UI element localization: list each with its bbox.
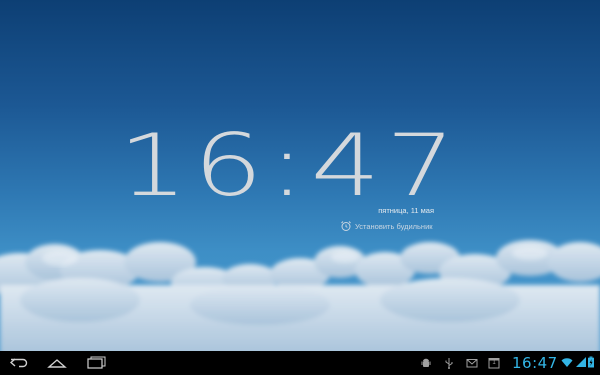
- gmail-icon[interactable]: [466, 357, 478, 369]
- back-button[interactable]: [8, 355, 30, 371]
- clock-date: пятница, 11 мая: [378, 206, 434, 215]
- usb-icon[interactable]: [443, 357, 455, 369]
- calendar-icon[interactable]: 1: [488, 357, 500, 369]
- status-clock[interactable]: 16:47: [512, 353, 558, 373]
- battery-icon[interactable]: [587, 356, 595, 368]
- lock-screen: 16:47 пятница, 11 мая Установить будильн…: [0, 0, 600, 375]
- back-icon: [9, 358, 28, 368]
- home-icon: [47, 359, 67, 368]
- wifi-icon[interactable]: [561, 356, 573, 368]
- set-alarm-label: Установить будильник: [355, 221, 433, 231]
- clock-time: 16:47: [118, 116, 461, 216]
- recent-apps-icon: [87, 356, 106, 369]
- home-button[interactable]: [46, 355, 68, 371]
- recent-apps-button[interactable]: [85, 355, 107, 371]
- system-bar: 1 16:47: [0, 351, 600, 375]
- set-alarm-button[interactable]: Установить будильник: [340, 219, 433, 233]
- signal-icon[interactable]: [575, 356, 587, 368]
- android-debug-icon[interactable]: [420, 357, 432, 369]
- calendar-day: 1: [492, 360, 496, 366]
- alarm-clock-icon: [341, 221, 351, 231]
